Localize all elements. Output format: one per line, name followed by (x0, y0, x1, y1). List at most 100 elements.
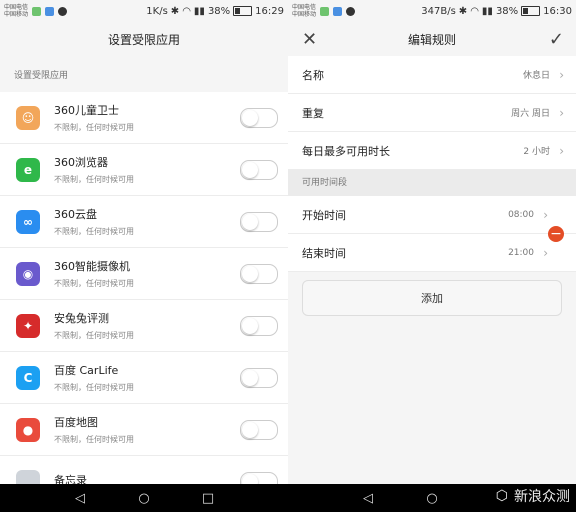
time-row[interactable]: 开始时间 08:00 › (288, 196, 576, 234)
carlife-icon: C (16, 365, 40, 390)
app-restriction: 不限制，任何时候可用 (54, 331, 134, 340)
status-bar: 中国电信 中国移动 347B/s ✱ ◠ ▮▮ 38% 16:30 (288, 0, 576, 22)
antutu-icon: ✦ (16, 313, 40, 338)
app-row[interactable]: ✦ 安兔兔评测 不限制，任何时候可用 (0, 300, 288, 352)
app-row[interactable]: ● 百度地图 不限制，任何时候可用 (0, 404, 288, 456)
remove-time-icon[interactable]: − (548, 226, 564, 242)
signal-icon: ▮▮ (481, 5, 493, 17)
notification-icon (32, 6, 42, 16)
time-value: 08:00 (508, 209, 534, 220)
bluetooth-icon: ✱ (458, 5, 468, 17)
rule-row[interactable]: 名称 休息日 › (288, 56, 576, 94)
restriction-toggle[interactable] (240, 420, 278, 440)
time-range-list: 开始时间 08:00 › 结束时间 21:00 › (288, 196, 576, 272)
status-bar: 中国电信 中国移动 1K/s ✱ ◠ ▮▮ 38% 16:29 (0, 0, 288, 22)
app-text: 百度地图 不限制，任何时候可用 (54, 414, 134, 445)
app-row[interactable]: ∞ 360云盘 不限制，任何时候可用 (0, 196, 288, 248)
app-row[interactable]: C 百度 CarLife 不限制，任何时候可用 (0, 352, 288, 404)
app-text: 备忘录 (54, 472, 87, 485)
app-name: 360智能摄像机 (54, 260, 130, 273)
rule-value: 休息日 (522, 71, 550, 81)
nav-bar: ◁ ○ □ ◁ ○ (0, 484, 576, 512)
watermark: ⬡ 新浪众测 (496, 486, 570, 506)
rule-value: 2 小时 (523, 147, 550, 157)
left-screen: 中国电信 中国移动 1K/s ✱ ◠ ▮▮ 38% 16:29 设置受限应用 设置… (0, 0, 288, 484)
notification-icon (58, 6, 68, 16)
signal-icon: ▮▮ (193, 5, 205, 17)
app-row[interactable]: 备忘录 (0, 456, 288, 484)
notification-icon (45, 6, 55, 16)
app-restriction: 不限制，任何时候可用 (54, 279, 134, 288)
app-restriction: 不限制，任何时候可用 (54, 435, 134, 444)
restriction-toggle[interactable] (240, 264, 278, 284)
carrier-1: 中国电信 (292, 4, 317, 11)
child-guard-icon: ☺ (16, 105, 40, 130)
battery-percent: 38% (207, 5, 231, 17)
rule-label: 每日最多可用时长 (302, 144, 390, 158)
confirm-check-icon[interactable]: ✓ (549, 22, 564, 56)
rule-row[interactable]: 每日最多可用时长 2 小时 › (288, 132, 576, 170)
app-row[interactable]: ☺ 360儿童卫士 不限制，任何时候可用 (0, 92, 288, 144)
back-icon[interactable]: ◁ (66, 484, 94, 512)
app-restriction: 不限制，任何时候可用 (54, 123, 134, 132)
app-text: 360智能摄像机 不限制，任何时候可用 (54, 258, 134, 289)
home-icon[interactable]: ○ (130, 484, 158, 512)
clock: 16:29 (255, 5, 284, 17)
page-title: 编辑规则 (407, 32, 456, 47)
rule-label: 名称 (302, 68, 324, 82)
chevron-right-icon: › (543, 207, 548, 222)
restriction-toggle[interactable] (240, 472, 278, 484)
restriction-toggle[interactable] (240, 108, 278, 128)
app-name: 安兔兔评测 (54, 312, 109, 325)
clock: 16:30 (543, 5, 572, 17)
app-restriction: 不限制，任何时候可用 (54, 383, 134, 392)
sina-logo-icon: ⬡ (495, 488, 508, 504)
recents-icon[interactable]: □ (194, 484, 222, 512)
home-icon[interactable]: ○ (418, 484, 446, 512)
app-row[interactable]: e 360浏览器 不限制，任何时候可用 (0, 144, 288, 196)
app-text: 安兔兔评测 不限制，任何时候可用 (54, 310, 134, 341)
app-list: ☺ 360儿童卫士 不限制，任何时候可用 e 360浏览器 不限制，任何时候可用… (0, 92, 288, 484)
back-icon[interactable]: ◁ (354, 484, 382, 512)
app-name: 百度 CarLife (54, 364, 119, 377)
chevron-right-icon: › (559, 105, 564, 120)
chevron-right-icon: › (559, 67, 564, 82)
restriction-toggle[interactable] (240, 212, 278, 232)
carrier-2: 中国移动 (4, 11, 29, 18)
right-screen: 中国电信 中国移动 347B/s ✱ ◠ ▮▮ 38% 16:30 ✕ 编辑规则 … (288, 0, 576, 484)
restriction-toggle[interactable] (240, 160, 278, 180)
time-row[interactable]: 结束时间 21:00 › (288, 234, 576, 272)
title-bar: ✕ 编辑规则 ✓ (288, 22, 576, 56)
time-value: 21:00 (508, 247, 534, 258)
app-restriction: 不限制，任何时候可用 (54, 227, 134, 236)
time-label: 结束时间 (302, 246, 346, 260)
carrier-1: 中国电信 (4, 4, 29, 11)
notification-icon (320, 6, 330, 16)
wifi-icon: ◠ (182, 5, 191, 17)
app-row[interactable]: ◉ 360智能摄像机 不限制，任何时候可用 (0, 248, 288, 300)
app-name: 360儿童卫士 (54, 104, 119, 117)
wifi-icon: ◠ (470, 5, 479, 17)
battery-icon (521, 6, 541, 16)
watermark-text: 新浪众测 (514, 489, 570, 505)
camera-icon: ◉ (16, 261, 40, 286)
title-bar: 设置受限应用 (0, 22, 288, 56)
carrier-2: 中国移动 (292, 11, 317, 18)
cloud-drive-icon: ∞ (16, 209, 40, 234)
rule-label: 重复 (302, 106, 324, 120)
notification-icon (346, 6, 356, 16)
rule-settings: 名称 休息日 › 重复 周六 周日 › 每日最多可用时长 2 小时 › (288, 56, 576, 170)
bluetooth-icon: ✱ (170, 5, 180, 17)
close-icon[interactable]: ✕ (302, 22, 317, 56)
app-name: 备忘录 (54, 473, 87, 485)
add-button[interactable]: 添加 (302, 280, 562, 316)
battery-icon (233, 6, 253, 16)
restriction-toggle[interactable] (240, 368, 278, 388)
chevron-right-icon: › (559, 143, 564, 158)
time-range-header: 可用时间段 (288, 170, 576, 196)
rule-value: 周六 周日 (511, 109, 550, 119)
net-speed: 1K/s (146, 5, 168, 17)
rule-row[interactable]: 重复 周六 周日 › (288, 94, 576, 132)
restriction-toggle[interactable] (240, 316, 278, 336)
app-text: 360云盘 不限制，任何时候可用 (54, 206, 134, 237)
